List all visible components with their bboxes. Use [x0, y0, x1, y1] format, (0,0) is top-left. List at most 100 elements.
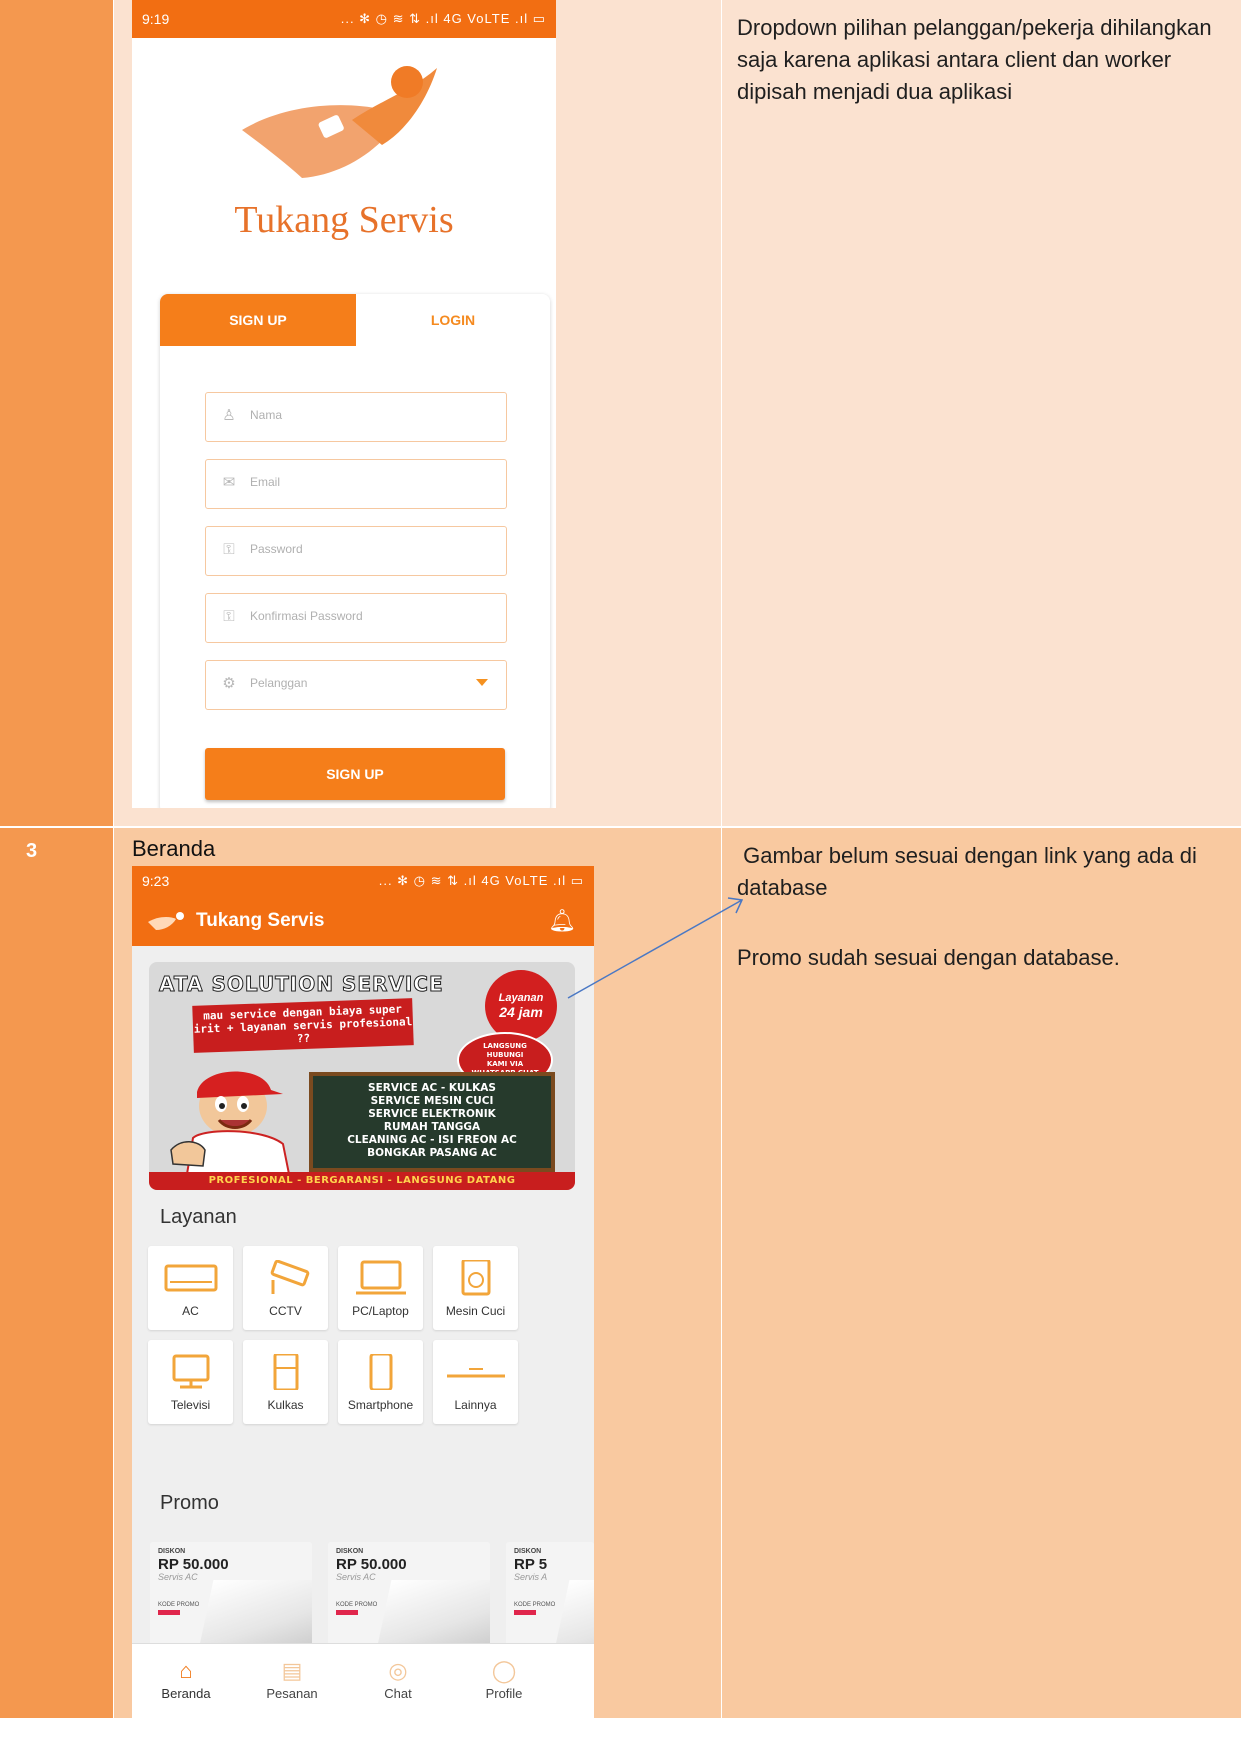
app-bar: Tukang Servis 🔔︎	[132, 896, 594, 946]
row-number-cell	[0, 0, 113, 826]
service-pc-laptop[interactable]: PC/Laptop	[338, 1246, 423, 1330]
nav-label: Chat	[384, 1686, 412, 1701]
board-line: SERVICE MESIN CUCI	[370, 1095, 494, 1107]
service-lainnya[interactable]: Lainnya	[433, 1340, 518, 1424]
oval-line: LANGSUNG	[483, 1042, 527, 1050]
tv-icon	[172, 1354, 210, 1389]
service-cctv[interactable]: CCTV	[243, 1246, 328, 1330]
password-placeholder: Password	[250, 542, 303, 556]
board-line: SERVICE ELEKTRONIK	[368, 1108, 496, 1120]
banner-strip: PROFESIONAL - BERGARANSI - LANGSUNG DATA…	[149, 1172, 575, 1190]
ac-photo	[376, 1580, 490, 1646]
chevron-down-icon	[476, 679, 488, 686]
board-line: BONGKAR PASANG AC	[367, 1147, 497, 1159]
table-row-3: 3 Beranda 9:23 ... ✻ ◷ ≋ ⇅ .ıl 4G VoLTE …	[0, 828, 1241, 1742]
promo-banner[interactable]: ATA SOLUTION SERVICE mau service dengan …	[149, 962, 575, 1190]
laptop-icon	[356, 1260, 406, 1295]
tab-login[interactable]: LOGIN	[356, 294, 550, 346]
mascot-illustration	[170, 1071, 291, 1174]
nav-label: Pesanan	[266, 1686, 318, 1701]
promo-amount: RP 5	[514, 1556, 548, 1573]
lock-icon: ⚿	[223, 608, 235, 625]
confirm-password-field[interactable]: ⚿ Konfirmasi Password	[205, 593, 507, 643]
role-value: Pelanggan	[250, 676, 308, 690]
name-field[interactable]: ♙ Nama	[205, 392, 507, 442]
service-label: AC	[182, 1304, 199, 1318]
more-icon	[447, 1368, 505, 1378]
profile-icon: ◯	[491, 1658, 517, 1683]
service-mesin-cuci[interactable]: Mesin Cuci	[433, 1246, 518, 1330]
home-screen: 9:23 ... ✻ ◷ ≋ ⇅ .ıl 4G VoLTE .ıl ▭ Tuka…	[132, 866, 594, 1742]
person-icon: ♙	[222, 407, 236, 424]
promo-card[interactable]: DISKON RP 50.000 Servis AC KODE PROMO	[328, 1542, 490, 1646]
service-label: Smartphone	[347, 1398, 414, 1412]
signup-button[interactable]: SIGN UP	[205, 748, 505, 800]
status-icons: ... ✻ ◷ ≋ ⇅ .ıl 4G VoLTE .ıl ▭	[340, 11, 546, 26]
promo-amount: RP 50.000	[158, 1556, 229, 1573]
nav-label: Beranda	[161, 1686, 211, 1701]
nav-pesanan[interactable]: ▤ Pesanan	[252, 1658, 332, 1701]
gear-icon: ⚙	[222, 675, 236, 692]
brand-name: Tukang Servis	[234, 199, 454, 241]
board-line: RUMAH TANGGA	[383, 1121, 481, 1133]
promo-code-label: KODE PROMO	[158, 1602, 200, 1608]
service-ac[interactable]: AC	[148, 1246, 233, 1330]
board-line: SERVICE AC - KULKAS	[368, 1082, 496, 1094]
clock-line2: 24 jam	[499, 1004, 543, 1020]
board-line: CLEANING AC - ISI FREON AC	[347, 1134, 517, 1146]
service-televisi[interactable]: Televisi	[148, 1340, 233, 1424]
column-divider	[113, 0, 114, 1718]
promo-sub: Servis A	[514, 1572, 548, 1582]
promo-card[interactable]: DISKON RP 50.000 Servis AC KODE PROMO	[150, 1542, 312, 1646]
screenshot-cell: Beranda 9:23 ... ✻ ◷ ≋ ⇅ .ıl 4G VoLTE .ı…	[113, 828, 721, 1742]
ac-icon	[164, 1264, 218, 1292]
signup-screen: 9:19 ... ✻ ◷ ≋ ⇅ .ıl 4G VoLTE .ıl ▭ Tuka…	[132, 0, 556, 808]
status-time: 9:19	[142, 11, 170, 27]
home-icon: ⌂	[179, 1658, 193, 1683]
services-board: SERVICE AC - KULKAS SERVICE MESIN CUCI S…	[309, 1072, 555, 1172]
service-smartphone[interactable]: Smartphone	[338, 1340, 423, 1424]
banner-subline: mau service dengan biaya super irit + la…	[192, 998, 414, 1053]
note-text: Dropdown pilihan pelanggan/pekerja dihil…	[737, 15, 1212, 104]
promo-code-badge	[514, 1610, 536, 1615]
promo-amount: RP 50.000	[336, 1556, 407, 1573]
note-cell	[721, 0, 1241, 826]
confirm-password-placeholder: Konfirmasi Password	[250, 609, 363, 623]
promo-code-badge	[336, 1610, 358, 1615]
tab-signup[interactable]: SIGN UP	[160, 294, 356, 346]
service-label: Mesin Cuci	[445, 1304, 506, 1318]
section-title: Beranda	[132, 836, 216, 861]
password-field[interactable]: ⚿ Password	[205, 526, 507, 576]
service-label: CCTV	[269, 1304, 302, 1318]
promo-code-label: KODE PROMO	[514, 1602, 556, 1608]
nav-label: Profile	[485, 1686, 523, 1701]
service-kulkas[interactable]: Kulkas	[243, 1340, 328, 1424]
washing-machine-icon	[461, 1260, 491, 1296]
note-text-1: Gambar belum sesuai dengan link yang ada…	[737, 843, 1203, 900]
status-bar: 9:23 ... ✻ ◷ ≋ ⇅ .ıl 4G VoLTE .ıl ▭	[132, 866, 594, 896]
bell-icon[interactable]: 🔔︎	[548, 908, 576, 934]
email-field[interactable]: ✉ Email	[205, 459, 507, 509]
promo-card[interactable]: DISKON RP 5 Servis A KODE PROMO	[506, 1542, 594, 1646]
app-logo-icon	[148, 912, 184, 930]
promo-sub: Servis AC	[158, 1572, 198, 1582]
tukang-servis-logo	[242, 66, 437, 178]
promo-sub: Servis AC	[336, 1572, 376, 1582]
nav-profile[interactable]: ◯ Profile	[464, 1658, 544, 1701]
name-placeholder: Nama	[250, 408, 283, 422]
ac-photo	[198, 1580, 312, 1646]
nav-beranda[interactable]: ⌂ Beranda	[146, 1658, 226, 1701]
clock-line1: Layanan	[498, 992, 544, 1004]
role-dropdown[interactable]: ⚙ Pelanggan	[205, 660, 507, 710]
oval-line: KAMI VIA	[486, 1060, 524, 1068]
banner-headline: ATA SOLUTION SERVICE	[159, 972, 444, 997]
oval-line: HUBUNGI	[486, 1051, 524, 1059]
signup-card: SIGN UP LOGIN ♙ Nama ✉ Email ⚿ Password …	[160, 294, 550, 808]
promo-code-label: KODE PROMO	[336, 1602, 378, 1608]
service-label: Televisi	[170, 1398, 211, 1412]
clipboard-icon: ▤	[281, 1658, 303, 1683]
service-label: Lainnya	[454, 1398, 497, 1412]
status-time: 9:23	[142, 873, 170, 889]
fridge-icon	[273, 1354, 299, 1390]
nav-chat[interactable]: ◎ Chat	[358, 1658, 438, 1701]
